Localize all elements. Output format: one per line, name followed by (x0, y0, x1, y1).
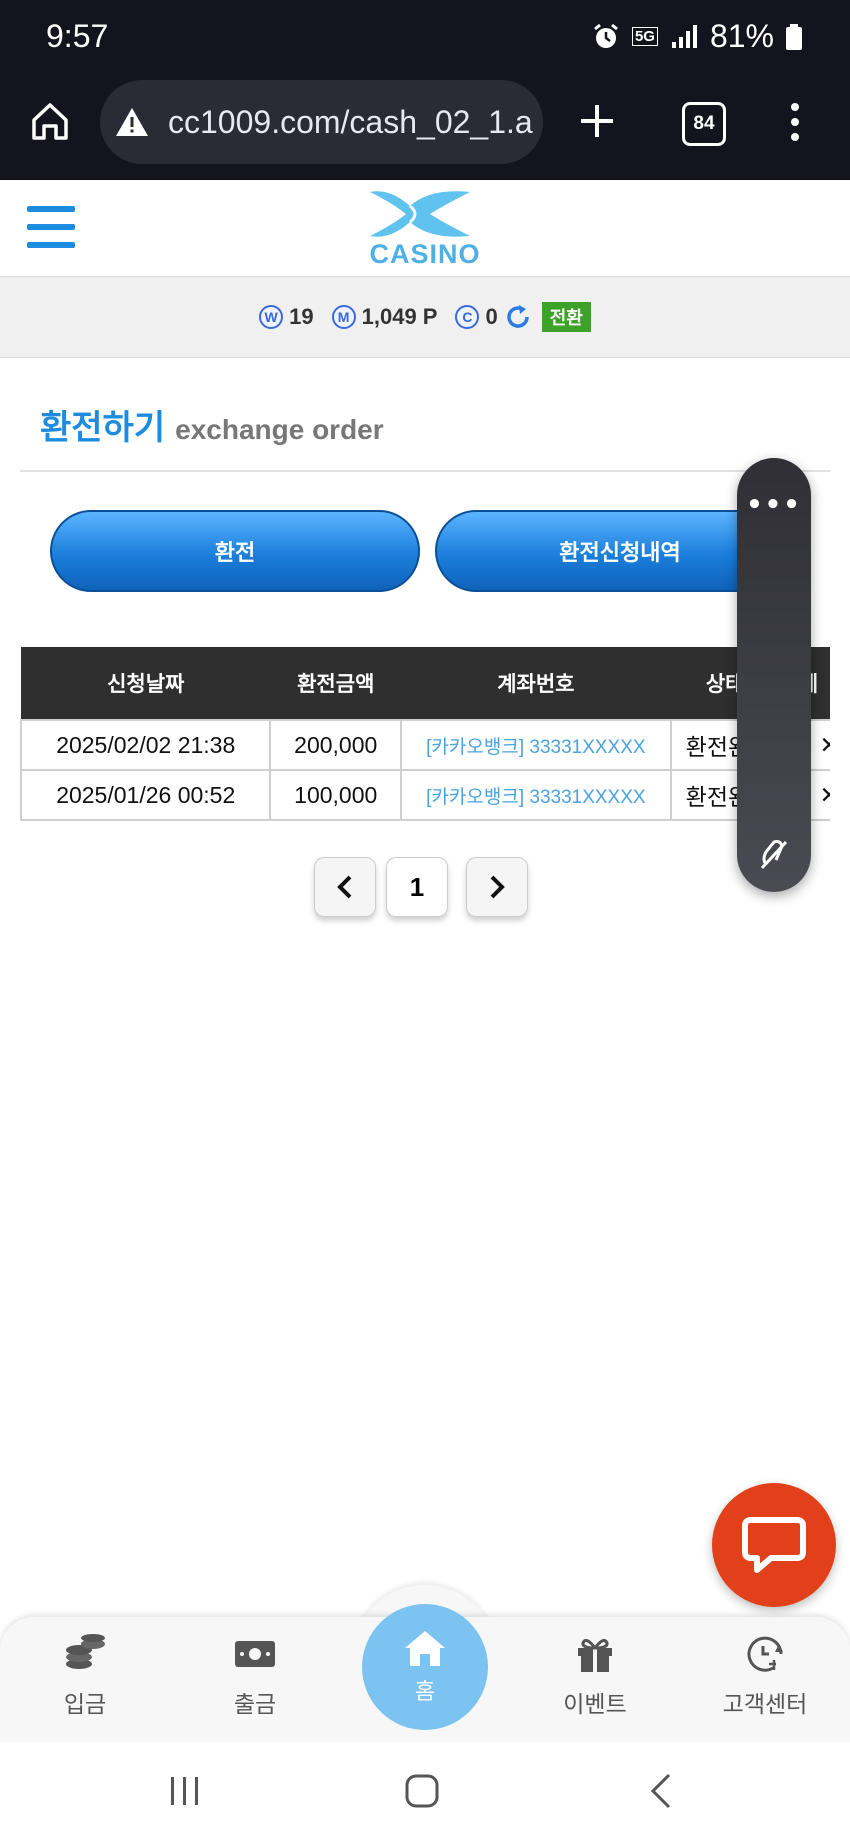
casino-balance: C 0 전환 (455, 302, 591, 332)
home-icon[interactable] (29, 100, 71, 142)
nav-event[interactable]: 이벤트 (535, 1631, 655, 1719)
nav-home-label: 홈 (414, 1680, 436, 1705)
mileage-coin-icon: M (331, 305, 356, 329)
row-amount: 100,000 (269, 769, 403, 821)
gift-icon (535, 1631, 655, 1677)
banknote-icon (195, 1631, 315, 1677)
table-row: 2025/01/26 00:52 100,000 [카카오뱅크] 33331XX… (20, 769, 830, 821)
chat-icon (742, 1517, 806, 1573)
row-date: 2025/02/02 21:38 (20, 719, 272, 771)
alarm-icon (594, 23, 618, 48)
nav-home-button[interactable]: 홈 (362, 1604, 488, 1730)
exchange-button[interactable]: 환전 (50, 510, 420, 592)
prev-page-button[interactable] (314, 857, 376, 917)
nav-withdraw[interactable]: 출금 (195, 1631, 315, 1719)
more-horiz-icon[interactable]: ••• (737, 490, 811, 520)
nav-support-label: 고객센터 (722, 1692, 808, 1718)
menu-icon[interactable] (27, 206, 75, 248)
logo-mark-icon (370, 191, 470, 237)
chevron-right-icon (490, 875, 505, 899)
network-type: 5G (631, 27, 658, 46)
header-amount: 환전금액 (270, 647, 402, 720)
page-title-english: exchange order (175, 414, 384, 445)
won-balance: W 19 (259, 304, 314, 330)
more-vert-icon[interactable] (790, 102, 800, 142)
url-bar[interactable]: cc1009.com/cash_02_1.a (100, 80, 543, 164)
row-date: 2025/01/26 00:52 (20, 769, 272, 821)
chat-button[interactable] (712, 1483, 836, 1607)
won-coin-icon: W (259, 305, 284, 329)
recent-apps-icon[interactable] (168, 1775, 202, 1807)
exchange-table: 신청날짜 환전금액 계좌번호 상태 삭제 2025/02/02 21:38 20… (20, 647, 830, 821)
nav-support[interactable]: 고객센터 (705, 1631, 825, 1719)
mileage-balance-value: 1,049 P (361, 304, 438, 329)
table-header-row: 신청날짜 환전금액 계좌번호 상태 삭제 (21, 647, 830, 720)
chevron-left-icon (337, 875, 352, 899)
table-row: 2025/02/02 21:38 200,000 [카카오뱅크] 33331XX… (20, 719, 830, 771)
page-number-button[interactable]: 1 (386, 857, 448, 917)
browser-toolbar: cc1009.com/cash_02_1.a 84 (0, 80, 850, 180)
support-24h-icon (705, 1631, 825, 1677)
status-time: 9:57 (46, 18, 109, 54)
signal-icon (671, 24, 697, 48)
row-account: [카카오뱅크] 33331XXXXX (400, 769, 672, 821)
header-account: 계좌번호 (401, 647, 671, 720)
site-header: CASINO (0, 180, 850, 277)
casino-coin-icon: C (455, 305, 480, 329)
nav-event-label: 이벤트 (563, 1692, 627, 1718)
nav-withdraw-label: 출금 (233, 1692, 277, 1718)
casino-balance-value: 0 (485, 304, 498, 329)
site-logo[interactable]: CASINO (360, 184, 490, 272)
row-amount: 200,000 (269, 719, 403, 771)
coins-icon (25, 1631, 145, 1677)
page-title-korean: 환전하기 (40, 408, 166, 448)
battery-level: 81% (709, 18, 774, 54)
title-divider (20, 470, 830, 472)
delete-icon: ✕ (819, 731, 830, 758)
balance-bar: W 19 M 1,049 P C 0 전환 (0, 277, 850, 358)
page-title: 환전하기 exchange order (40, 400, 384, 449)
logo-text: CASINO (369, 239, 481, 269)
nav-deposit[interactable]: 입금 (25, 1631, 145, 1719)
house-icon (405, 1631, 445, 1666)
battery-icon (786, 23, 802, 50)
home-nav-icon[interactable] (404, 1773, 440, 1809)
row-account: [카카오뱅크] 33331XXXXX (400, 719, 672, 771)
status-bar: 9:57 5G 81% (0, 0, 850, 80)
back-icon[interactable] (648, 1772, 674, 1810)
status-icons: 5G 81% (592, 18, 802, 55)
warning-icon (114, 106, 150, 138)
refresh-icon[interactable] (504, 303, 532, 331)
floating-side-panel[interactable]: ••• (737, 458, 811, 892)
header-date: 신청날짜 (21, 647, 271, 720)
won-balance-value: 19 (289, 304, 314, 329)
nav-deposit-label: 입금 (63, 1692, 107, 1718)
convert-button[interactable]: 전환 (541, 302, 591, 332)
mileage-balance: M 1,049 P (331, 304, 438, 330)
delete-icon: ✕ (819, 781, 830, 808)
tab-count-button[interactable]: 84 (682, 102, 726, 146)
new-tab-icon[interactable] (578, 102, 616, 140)
mute-icon[interactable] (758, 838, 790, 876)
url-text: cc1009.com/cash_02_1.a (168, 103, 533, 140)
next-page-button[interactable] (466, 857, 528, 917)
android-nav-bar (0, 1742, 850, 1842)
